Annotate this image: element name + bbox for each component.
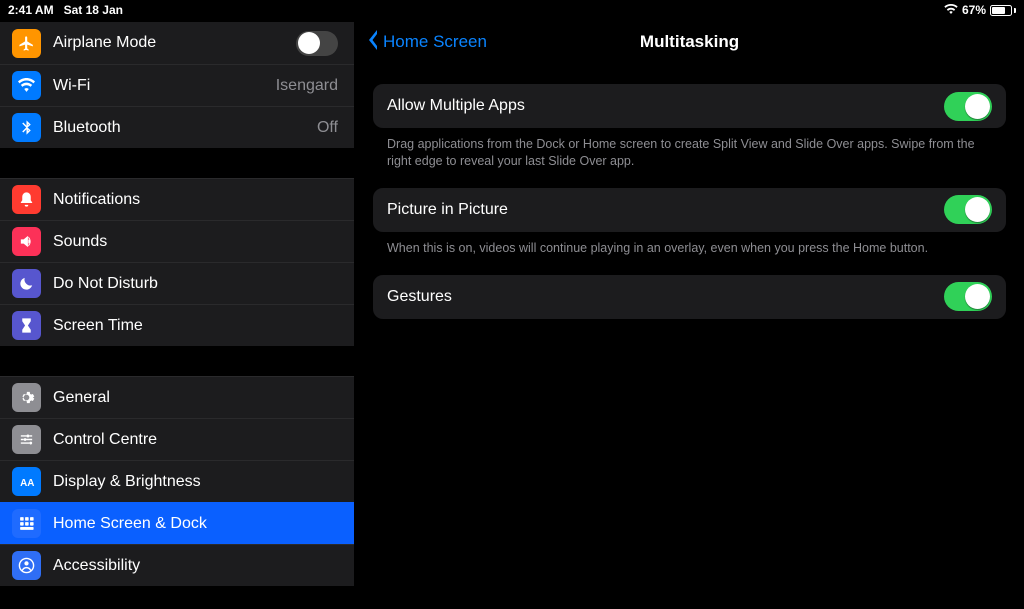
status-time: 2:41 AM [8,3,54,17]
bluetooth-icon [12,113,41,142]
setting-footer: Drag applications from the Dock or Home … [373,128,1006,188]
sidebar-item-display[interactable]: AA Display & Brightness [0,460,354,502]
airplane-icon [12,29,41,58]
grid-icon [12,509,41,538]
status-date: Sat 18 Jan [64,3,123,17]
toggle-switch[interactable] [944,195,992,224]
svg-text:AA: AA [20,478,34,489]
speaker-icon [12,227,41,256]
sidebar-item-label: Accessibility [53,557,338,575]
settings-sidebar: Settings Airplane ModeWi-FiIsengardBluet… [0,20,355,609]
person-icon [12,551,41,580]
sidebar-item-label: Screen Time [53,317,338,335]
sidebar-item-control[interactable]: Control Centre [0,418,354,460]
setting-label: Gestures [387,288,452,306]
battery-percent: 67% [962,3,986,17]
sidebar-item-detail: Isengard [276,77,338,95]
hourglass-icon [12,311,41,340]
setting-label: Allow Multiple Apps [387,97,525,115]
sidebar-item-label: Notifications [53,191,338,209]
sidebar-item-label: Home Screen & Dock [53,515,338,533]
sidebar-item-access[interactable]: Accessibility [0,544,354,586]
sidebar-item-general[interactable]: General [0,376,354,418]
back-button[interactable]: Home Screen [367,30,487,55]
chevron-left-icon [367,30,379,55]
gear-icon [12,383,41,412]
setting-row-picture-in-picture: Picture in Picture [373,188,1006,232]
sidebar-item-label: Bluetooth [53,119,305,137]
setting-row-allow-multiple-apps: Allow Multiple Apps [373,84,1006,128]
sidebar-item-label: General [53,389,338,407]
page-title: Multitasking [640,32,739,52]
detail-pane: Home Screen Multitasking Allow Multiple … [355,20,1024,609]
battery-icon [990,5,1016,16]
sidebar-item-label: Sounds [53,233,338,251]
sidebar-item-home[interactable]: Home Screen & Dock [0,502,354,544]
sidebar-item-bluetooth[interactable]: Bluetooth Off [0,106,354,148]
sidebar-item-airplane[interactable]: Airplane Mode [0,22,354,64]
status-bar: 2:41 AM Sat 18 Jan 67% [0,0,1024,20]
wifi-icon [12,71,41,100]
sidebar-item-screentime[interactable]: Screen Time [0,304,354,346]
toggle-switch[interactable] [944,92,992,121]
back-label: Home Screen [383,32,487,52]
sidebar-item-label: Display & Brightness [53,473,338,491]
sidebar-item-detail: Off [317,119,338,137]
sidebar-item-dnd[interactable]: Do Not Disturb [0,262,354,304]
wifi-icon [944,3,958,17]
setting-footer: When this is on, videos will continue pl… [373,232,1006,275]
toggle-switch[interactable] [944,282,992,311]
moon-icon [12,269,41,298]
sidebar-item-label: Wi-Fi [53,77,264,95]
sidebar-item-wifi[interactable]: Wi-Fi Isengard [0,64,354,106]
sidebar-item-sounds[interactable]: Sounds [0,220,354,262]
aa-icon: AA [12,467,41,496]
bell-icon [12,185,41,214]
sliders-icon [12,425,41,454]
setting-label: Picture in Picture [387,201,508,219]
sidebar-item-label: Control Centre [53,431,338,449]
sidebar-item-label: Airplane Mode [53,34,284,52]
setting-row-gestures: Gestures [373,275,1006,319]
toggle-switch[interactable] [296,31,338,56]
sidebar-item-label: Do Not Disturb [53,275,338,293]
sidebar-item-notifications[interactable]: Notifications [0,178,354,220]
